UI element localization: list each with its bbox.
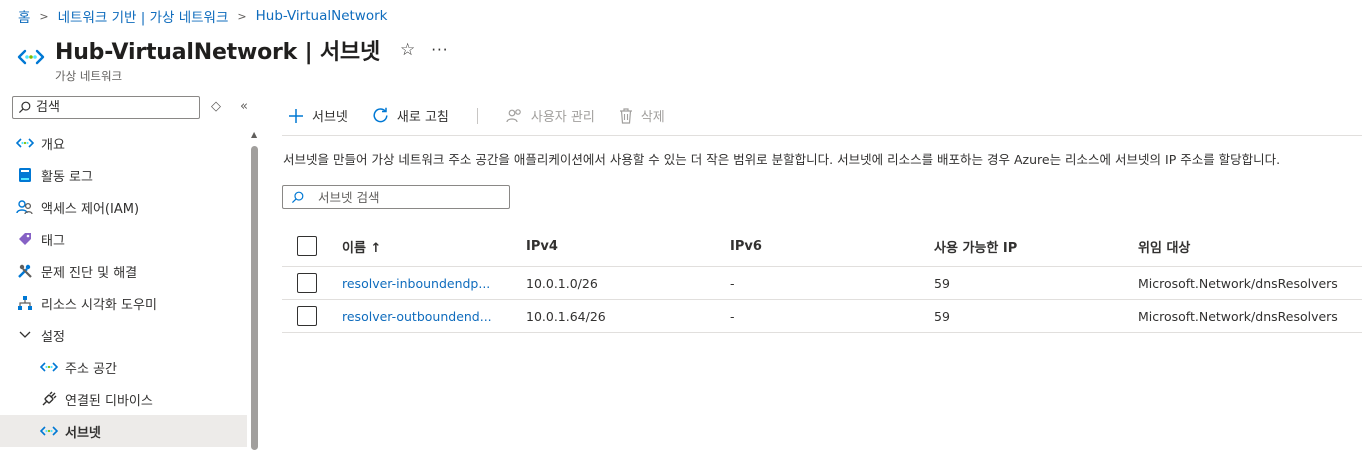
- vnet-icon: [40, 422, 58, 440]
- plus-icon: [288, 108, 304, 124]
- subnet-delegation-cell: Microsoft.Network/dnsResolvers: [1138, 308, 1338, 324]
- sidebar-group-settings[interactable]: 설정: [0, 319, 247, 351]
- add-subnet-label: 서브넷: [312, 110, 348, 125]
- subnet-ipv6-cell: -: [730, 308, 735, 324]
- column-header-delegated-to[interactable]: 위임 대상: [1138, 237, 1362, 256]
- subnet-ipv6-cell: -: [730, 275, 735, 291]
- breadcrumb-vnet[interactable]: Hub-VirtualNetwork: [256, 8, 388, 24]
- sidebar-item-label: 개요: [41, 137, 65, 153]
- collapse-sidebar-icon[interactable]: «: [240, 99, 248, 114]
- sidebar-item-label: 태그: [41, 233, 65, 249]
- search-icon: [18, 101, 31, 114]
- table-header-row: 이름 ↑ IPv4 IPv6 사용 가능한 IP 위임 대상: [282, 226, 1362, 267]
- subnet-delegation-cell: Microsoft.Network/dnsResolvers: [1138, 275, 1338, 291]
- refresh-icon: [372, 107, 389, 124]
- wrench-icon: [16, 262, 34, 280]
- chevron-down-icon: [16, 326, 34, 344]
- sidebar-item-iam[interactable]: 액세스 제어(IAM): [0, 191, 247, 223]
- breadcrumb: 홈 > 네트워크 기반 | 가상 네트워크 > Hub-VirtualNetwo…: [18, 6, 387, 26]
- refresh-label: 새로 고침: [396, 110, 449, 125]
- row-select-cell: [282, 273, 342, 293]
- sidebar-search-input[interactable]: [36, 100, 186, 115]
- vnet-icon: [40, 358, 58, 376]
- sidebar-item-tags[interactable]: 태그: [0, 223, 247, 255]
- delete-label: 삭제: [640, 110, 665, 125]
- subnet-search-input[interactable]: [318, 189, 498, 205]
- sidebar-item-resource-visualizer[interactable]: 리소스 시각화 도우미: [0, 287, 247, 319]
- subnet-name-link[interactable]: resolver-outboundend...: [342, 309, 526, 324]
- column-header-available-ips[interactable]: 사용 가능한 IP: [934, 237, 1138, 256]
- sidebar-search-box[interactable]: [12, 96, 200, 119]
- row-select-cell: [282, 306, 342, 326]
- hierarchy-icon: [16, 294, 34, 312]
- chevron-right-icon: >: [39, 9, 49, 23]
- table-row[interactable]: resolver-outboundend... 10.0.1.64/26 - 5…: [282, 300, 1362, 333]
- subnets-table: 이름 ↑ IPv4 IPv6 사용 가능한 IP 위임 대상 resolver-…: [282, 226, 1362, 333]
- toolbar-divider-line: [282, 135, 1362, 136]
- page-title: Hub-VirtualNetwork | 서브넷: [55, 40, 380, 65]
- subnet-ipv4-cell: 10.0.1.64/26: [526, 308, 606, 324]
- command-bar: 서브넷 새로 고침 사용자 관리 삭제: [288, 106, 689, 125]
- sidebar-item-address-space[interactable]: 주소 공간: [0, 351, 247, 383]
- column-header-ipv6[interactable]: IPv6: [730, 239, 934, 254]
- people-icon: [16, 198, 34, 216]
- subnet-ipv4-cell: 10.0.1.0/26: [526, 275, 598, 291]
- subnet-available-ips-cell: 59: [934, 308, 950, 324]
- favorite-star-icon[interactable]: ☆: [400, 40, 415, 60]
- people-icon: [506, 108, 523, 124]
- page-description: 서브넷을 만들어 가상 네트워크 주소 공간을 애플리케이션에서 사용할 수 있…: [283, 152, 1281, 167]
- sidebar-item-label: 서브넷: [65, 425, 101, 441]
- scroll-up-arrow-icon[interactable]: ▲: [251, 130, 257, 139]
- table-row[interactable]: resolver-inboundendp... 10.0.1.0/26 - 59…: [282, 267, 1362, 300]
- select-all-cell: [282, 236, 342, 256]
- trash-icon: [619, 107, 633, 124]
- column-header-ipv4[interactable]: IPv4: [526, 239, 730, 254]
- sidebar-item-connected-devices[interactable]: 연결된 디바이스: [0, 383, 247, 415]
- sidebar-item-label: 문제 진단 및 해결: [41, 265, 138, 281]
- toolbar-divider: [476, 107, 478, 124]
- sidebar-item-label: 설정: [41, 329, 65, 345]
- subnet-search-box[interactable]: [282, 185, 510, 209]
- delete-button[interactable]: 삭제: [619, 106, 665, 125]
- refresh-button[interactable]: 새로 고침: [372, 106, 449, 125]
- subnet-name-link[interactable]: resolver-inboundendp...: [342, 276, 526, 291]
- sidebar-item-label: 리소스 시각화 도우미: [41, 297, 157, 313]
- more-actions-button[interactable]: ···: [431, 41, 448, 59]
- column-header-name[interactable]: 이름 ↑: [342, 237, 526, 256]
- search-icon: [291, 191, 304, 203]
- activity-log-icon: [16, 166, 34, 184]
- resource-type-label: 가상 네트워크: [55, 69, 123, 83]
- expand-collapse-icon[interactable]: ◇: [211, 99, 221, 114]
- sidebar-item-diagnose[interactable]: 문제 진단 및 해결: [0, 255, 247, 287]
- sidebar-item-label: 액세스 제어(IAM): [41, 201, 140, 217]
- row-checkbox[interactable]: [297, 273, 317, 293]
- select-all-checkbox[interactable]: [297, 236, 317, 256]
- manage-users-button[interactable]: 사용자 관리: [506, 106, 595, 125]
- breadcrumb-network-foundation[interactable]: 네트워크 기반 | 가상 네트워크: [58, 6, 229, 26]
- sidebar-item-label: 활동 로그: [41, 169, 93, 185]
- sidebar-scroll-thumb[interactable]: [251, 146, 258, 450]
- tag-icon: [16, 230, 34, 248]
- vnet-icon: [17, 49, 45, 65]
- page-header: Hub-VirtualNetwork | 서브넷 ☆ ··· 가상 네트워크: [16, 34, 449, 84]
- chevron-right-icon: >: [237, 9, 247, 23]
- sidebar-nav: 개요 활동 로그 액세스 제어(IAM) 태그 문제 진단 및 해결 리소스 시…: [0, 127, 247, 447]
- subnet-available-ips-cell: 59: [934, 275, 950, 291]
- manage-users-label: 사용자 관리: [530, 110, 595, 125]
- sidebar-item-label: 주소 공간: [65, 361, 117, 377]
- row-checkbox[interactable]: [297, 306, 317, 326]
- plug-icon: [40, 390, 58, 408]
- sidebar-item-subnets[interactable]: 서브넷: [0, 415, 247, 447]
- breadcrumb-home[interactable]: 홈: [18, 6, 30, 26]
- vnet-icon: [16, 134, 34, 152]
- sidebar-item-activity-log[interactable]: 활동 로그: [0, 159, 247, 191]
- sidebar-item-overview[interactable]: 개요: [0, 127, 247, 159]
- add-subnet-button[interactable]: 서브넷: [288, 106, 348, 125]
- sidebar-item-label: 연결된 디바이스: [65, 393, 153, 409]
